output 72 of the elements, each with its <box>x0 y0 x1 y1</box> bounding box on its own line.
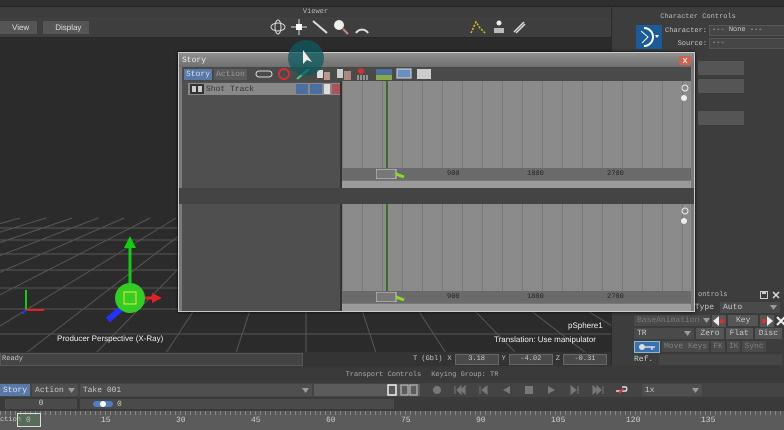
next-key-icon[interactable] <box>760 314 774 326</box>
pencil-icon[interactable] <box>512 20 526 34</box>
documents-icon[interactable] <box>314 67 333 81</box>
tangent-button[interactable]: Zero <box>696 328 724 339</box>
frame-field[interactable] <box>314 384 420 396</box>
tick-label: 90 <box>476 416 487 425</box>
caret-icon <box>692 388 699 392</box>
monitor-icon[interactable] <box>414 67 433 81</box>
horizontal-scrollbar[interactable] <box>342 303 691 311</box>
viewer-menu-button[interactable]: View <box>0 20 38 34</box>
action-dropdown[interactable]: Action <box>32 384 78 396</box>
mode-label: Translation: Use manipulator <box>494 335 596 344</box>
track-row[interactable]: Shot Track <box>188 83 340 95</box>
key-button[interactable]: Key <box>728 315 758 326</box>
story-tab[interactable]: Story <box>0 384 30 396</box>
tick-label: 0 <box>26 416 32 425</box>
story-tab[interactable]: Story <box>184 68 212 80</box>
documents-icon[interactable] <box>334 67 353 81</box>
orbit-icon[interactable] <box>270 19 286 35</box>
move-icon[interactable] <box>291 19 308 35</box>
tick-label: 15 <box>101 416 112 425</box>
current-frame-label: 0 <box>117 400 122 408</box>
previous-key-icon[interactable] <box>712 314 726 326</box>
start-frame-field[interactable]: 0 <box>5 399 77 409</box>
caret-icon <box>703 318 710 323</box>
ref-field[interactable] <box>659 354 782 365</box>
thumbnail-icon[interactable] <box>374 67 393 81</box>
tick-label: 60 <box>326 416 337 425</box>
delete-icon[interactable] <box>776 316 784 326</box>
monitor-icon[interactable] <box>394 67 413 81</box>
track-name: Shot Track <box>206 84 256 94</box>
horizontal-scrollbar[interactable] <box>342 180 691 188</box>
viewer-menu-button[interactable]: Display <box>43 20 90 34</box>
line-tool-icon[interactable] <box>312 19 328 35</box>
dock-icon[interactable] <box>760 291 768 299</box>
close-icon[interactable] <box>772 291 780 299</box>
character-icon[interactable] <box>636 25 662 49</box>
go-to-start-icon[interactable] <box>452 383 467 397</box>
close-icon[interactable] <box>679 56 691 64</box>
window-title: Story <box>182 56 206 64</box>
clip-thumbnail-icon <box>376 169 406 179</box>
axis-icon <box>22 288 46 314</box>
camera-label: Producer Perspective (X-Ray) <box>57 334 164 343</box>
key-icon[interactable] <box>634 340 660 352</box>
type-label: Type <box>694 303 714 312</box>
tangent-button[interactable]: Disc <box>754 328 782 339</box>
frame-slider[interactable]: 0 <box>80 399 394 409</box>
caret-icon <box>302 388 309 392</box>
tangent-button[interactable]: Flat <box>726 328 753 339</box>
film-icon <box>190 84 204 94</box>
tick-label: 105 <box>551 416 566 425</box>
clip-thumbnail-icon <box>376 292 406 302</box>
caret-icon <box>770 305 777 310</box>
type-dropdown[interactable]: Auto <box>720 302 780 313</box>
slider-thumb-icon[interactable] <box>93 400 113 408</box>
tick-label: 45 <box>251 416 262 425</box>
caret-icon <box>684 331 692 336</box>
cursor-icon <box>286 38 326 78</box>
caret-icon <box>68 388 75 392</box>
take-dropdown[interactable]: Take 001 <box>80 384 312 396</box>
speed-dropdown[interactable]: 1x <box>642 384 702 396</box>
ref-label: Ref. <box>634 355 654 364</box>
object-label: pSphere1 <box>568 321 603 330</box>
group-dropdown[interactable]: TR <box>634 328 694 339</box>
single-frame-icon[interactable] <box>386 384 397 396</box>
tick-label: 135 <box>701 416 716 425</box>
tick-label: 75 <box>401 416 412 425</box>
double-frame-icon[interactable] <box>400 384 418 396</box>
zoom-icon[interactable] <box>333 19 350 35</box>
figure-2d-icon[interactable] <box>492 20 506 34</box>
tick-label: 30 <box>176 416 187 425</box>
tick-label: 120 <box>626 416 642 425</box>
